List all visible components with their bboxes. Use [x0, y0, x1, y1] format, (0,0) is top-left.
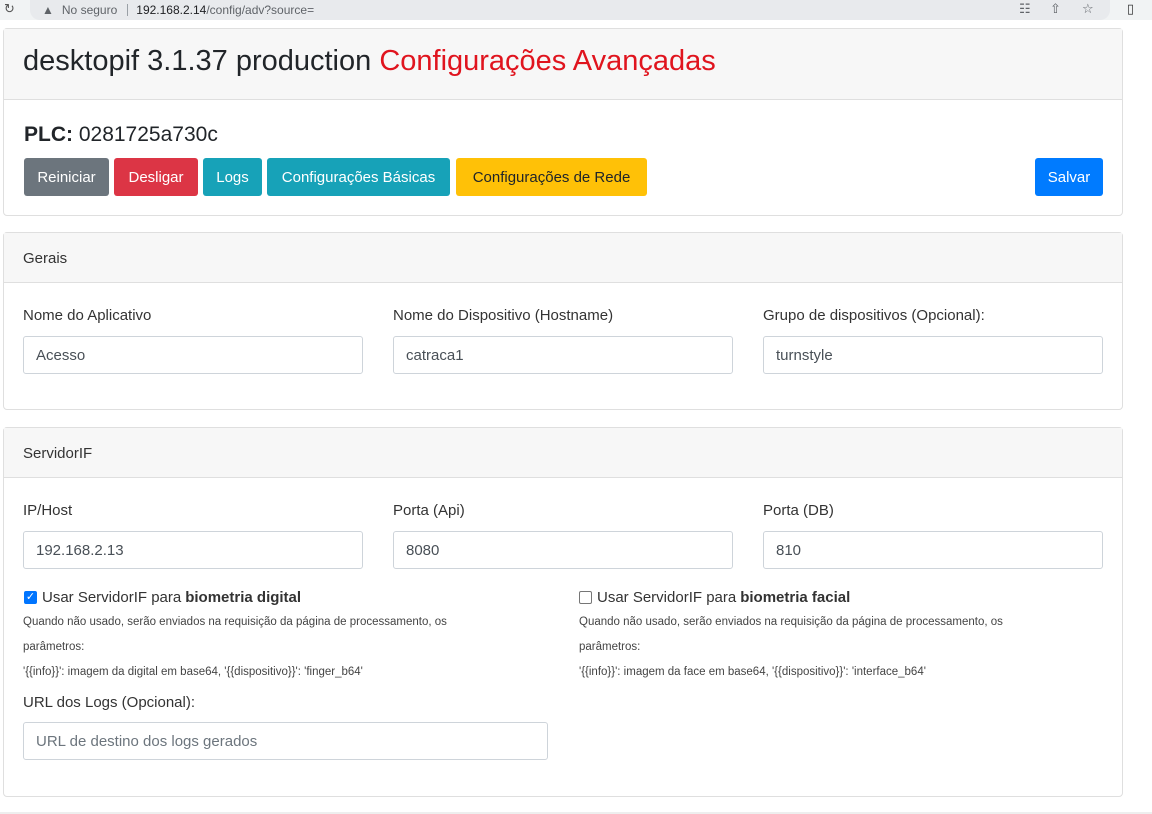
- translate-icon[interactable]: ☷: [1019, 1, 1031, 17]
- plc-label: PLC:: [24, 123, 73, 146]
- db-port-label: Porta (DB): [763, 502, 834, 519]
- share-icon[interactable]: ⇧: [1050, 1, 1061, 17]
- plc-value: 0281725a730c: [78, 123, 218, 146]
- facial-label-prefix: Usar ServidorIF para: [597, 589, 737, 606]
- star-icon[interactable]: ☆: [1082, 1, 1094, 17]
- facial-help-line: parâmetros:: [579, 641, 641, 653]
- digital-help-line: parâmetros:: [23, 641, 85, 653]
- reload-icon[interactable]: ↻: [4, 1, 15, 17]
- app-name-input[interactable]: [23, 336, 363, 374]
- side-panel-icon[interactable]: ▯: [1127, 1, 1134, 17]
- digital-help-line: '{{info}}': imagem da digital em base64,…: [23, 666, 363, 678]
- ip-label: IP/Host: [23, 502, 73, 519]
- group-input[interactable]: [763, 336, 1103, 374]
- group-label: Grupo de dispositivos (Opcional):: [763, 307, 985, 324]
- servidor-header: ServidorIF: [4, 428, 1122, 478]
- configuracoes-basicas-button[interactable]: Configurações Básicas: [267, 158, 450, 196]
- digital-label-prefix: Usar ServidorIF para: [42, 589, 182, 606]
- facial-help-text: Quando não usado, serão enviados na requ…: [579, 610, 1099, 685]
- address-divider: [127, 4, 129, 16]
- gerais-card: Gerais Nome do Aplicativo Nome do Dispos…: [3, 232, 1123, 410]
- digital-help-line: Quando não usado, serão enviados na requ…: [23, 616, 447, 628]
- plc-id: PLC: 0281725a730c: [24, 123, 218, 147]
- url-host: 192.168.2.14: [136, 3, 207, 17]
- warning-icon: ▲: [42, 3, 54, 17]
- desligar-button[interactable]: Desligar: [114, 158, 198, 196]
- title-card: desktopif 3.1.37 production Configuraçõe…: [3, 28, 1123, 216]
- facial-help-line: '{{info}}': imagem da face em base64, '{…: [579, 666, 926, 678]
- address-bar[interactable]: ▲ No seguro 192.168.2.14 /config/adv?sou…: [30, 0, 1110, 20]
- page-title-accent: Configurações Avançadas: [379, 45, 716, 77]
- logs-url-label: URL dos Logs (Opcional):: [23, 694, 196, 711]
- servidor-card: ServidorIF IP/Host Porta (Api) Porta (DB…: [3, 427, 1123, 797]
- facial-biometrics-checkbox[interactable]: [579, 591, 592, 604]
- api-port-label: Porta (Api): [393, 502, 465, 519]
- api-port-input[interactable]: [393, 531, 733, 569]
- device-name-label: Nome do Dispositivo (Hostname): [393, 307, 614, 324]
- reiniciar-button[interactable]: Reiniciar: [24, 158, 109, 196]
- digital-label-bold: biometria digital: [185, 589, 302, 606]
- gerais-header: Gerais: [4, 233, 1122, 283]
- logs-url-input[interactable]: [23, 722, 548, 760]
- facial-biometrics-option[interactable]: Usar ServidorIF para biometria facial: [579, 589, 850, 606]
- db-port-input[interactable]: [763, 531, 1103, 569]
- title-header: desktopif 3.1.37 production Configuraçõe…: [4, 29, 1122, 100]
- facial-label-bold: biometria facial: [740, 589, 851, 606]
- browser-toolbar: ↻ ▲ No seguro 192.168.2.14 /config/adv?s…: [0, 0, 1152, 20]
- digital-biometrics-checkbox[interactable]: ✓: [24, 591, 37, 604]
- page-title-main: desktopif 3.1.37 production: [23, 45, 372, 77]
- logs-button[interactable]: Logs: [203, 158, 262, 196]
- digital-help-text: Quando não usado, serão enviados na requ…: [23, 610, 543, 685]
- configuracoes-rede-button[interactable]: Configurações de Rede: [456, 158, 647, 196]
- ip-input[interactable]: [23, 531, 363, 569]
- insecure-label: No seguro: [61, 3, 118, 17]
- app-name-label: Nome do Aplicativo: [23, 307, 152, 324]
- url-path: /config/adv?source=: [206, 3, 315, 17]
- device-name-input[interactable]: [393, 336, 733, 374]
- page-title: desktopif 3.1.37 production Configuraçõe…: [23, 45, 1103, 78]
- facial-help-line: Quando não usado, serão enviados na requ…: [579, 616, 1003, 628]
- salvar-button[interactable]: Salvar: [1035, 158, 1103, 196]
- digital-biometrics-option[interactable]: ✓ Usar ServidorIF para biometria digital: [24, 589, 301, 606]
